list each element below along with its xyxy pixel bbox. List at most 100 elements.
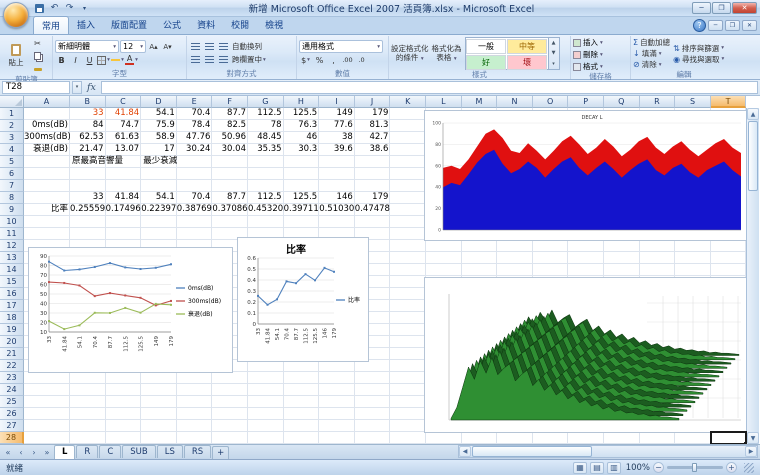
cell-E2[interactable]: 78.4 [177,120,213,132]
maximize-button[interactable]: ❐ [712,2,731,14]
align-top-button[interactable] [189,41,202,53]
row-header-4[interactable]: 4 [0,144,24,156]
row-header-2[interactable]: 2 [0,120,24,132]
decrease-decimal-button[interactable]: .0 [355,54,368,66]
row-header-12[interactable]: 12 [0,240,24,252]
font-name-select[interactable]: 新細明體▾ [55,40,119,53]
row-header-5[interactable]: 5 [0,156,24,168]
cell-I8[interactable]: 146 [319,192,355,204]
cell-D9[interactable]: 0.223979 [141,204,177,216]
borders-button[interactable]: ▾ [97,54,110,66]
cut-button[interactable]: ✂ [31,37,44,49]
gallery-up-button[interactable]: ▲ [549,38,559,48]
cell-style-好[interactable]: 好 [466,55,506,70]
number-format-select[interactable]: 通用格式▾ [299,40,383,53]
name-box[interactable]: T28 [2,81,70,94]
cell-H8[interactable]: 125.5 [284,192,320,204]
ribbon-tab-資料[interactable]: 資料 [189,16,223,34]
scroll-right-button[interactable]: ▶ [745,446,757,457]
cell-B2[interactable]: 84 [70,120,106,132]
minimize-button[interactable]: ─ [692,2,711,14]
comma-button[interactable]: , [327,54,340,66]
col-header-C[interactable]: C [106,96,142,108]
merge-center-button[interactable]: 跨欄置中▾ [231,54,267,65]
cell-style-中等[interactable]: 中等 [507,39,547,54]
cell-E3[interactable]: 47.76 [177,132,213,144]
col-header-A[interactable]: A [24,96,70,108]
cell-C1[interactable]: 41.84 [106,108,142,120]
chart-ratio[interactable]: 00.10.20.30.40.50.63341.8454.170.487.711… [237,237,369,362]
cell-B4[interactable]: 21.47 [70,144,106,156]
scroll-down-button[interactable]: ▼ [747,432,759,444]
cell-H2[interactable]: 76.3 [284,120,320,132]
row-header-14[interactable]: 14 [0,264,24,276]
cell-G2[interactable]: 78 [248,120,284,132]
col-header-E[interactable]: E [177,96,213,108]
align-right-button[interactable] [217,54,230,66]
zoom-in-button[interactable]: + [726,462,737,473]
qat-dropdown[interactable]: ▾ [78,2,91,15]
increase-decimal-button[interactable]: .00 [341,54,354,66]
sheet-tab-C[interactable]: C [99,445,121,458]
name-box-dropdown[interactable]: ▾ [72,81,82,94]
col-header-D[interactable]: D [141,96,177,108]
col-header-T[interactable]: T [711,96,747,108]
row-header-24[interactable]: 24 [0,384,24,396]
insert-function-button[interactable]: fx [84,82,99,93]
row-header-21[interactable]: 21 [0,348,24,360]
cell-I2[interactable]: 77.6 [319,120,355,132]
cell-C3[interactable]: 61.63 [106,132,142,144]
col-header-S[interactable]: S [675,96,711,108]
underline-button[interactable]: U [83,54,96,66]
help-button[interactable]: ? [693,19,706,32]
ribbon-tab-插入[interactable]: 插入 [69,16,103,34]
zoom-slider-thumb[interactable] [692,463,697,472]
cell-I9[interactable]: 0.510309 [319,204,355,216]
row-header-28[interactable]: 28 [0,432,24,444]
close-button[interactable]: ✕ [732,2,757,14]
align-middle-button[interactable] [203,41,216,53]
save-button[interactable] [33,2,46,15]
find-select-button[interactable]: ◉尋找與選取▾ [673,54,724,65]
align-left-button[interactable] [189,54,202,66]
scroll-up-button[interactable]: ▲ [747,108,759,120]
gallery-more-button[interactable]: ▾ [549,59,559,69]
row-header-20[interactable]: 20 [0,336,24,348]
row-header-23[interactable]: 23 [0,372,24,384]
ribbon-tab-公式[interactable]: 公式 [155,16,189,34]
last-sheet-button[interactable]: » [41,446,53,458]
cell-I1[interactable]: 149 [319,108,355,120]
cell-B3[interactable]: 62.53 [70,132,106,144]
cell-style-壞[interactable]: 壞 [507,55,547,70]
resize-grip[interactable] [744,463,754,473]
cell-F1[interactable]: 87.7 [212,108,248,120]
col-header-B[interactable]: B [70,96,106,108]
row-header-10[interactable]: 10 [0,216,24,228]
clear-button[interactable]: ⊘清除▾ [633,59,670,70]
chart-decay-area[interactable]: 020406080100DECAY L [424,110,748,241]
sheet-tab-L[interactable]: L [54,445,75,459]
cell-J2[interactable]: 81.3 [355,120,391,132]
cell-F8[interactable]: 87.7 [212,192,248,204]
page-break-view-button[interactable]: ▥ [607,462,621,474]
cell-H4[interactable]: 30.3 [284,144,320,156]
cell-E4[interactable]: 30.24 [177,144,213,156]
row-header-7[interactable]: 7 [0,180,24,192]
row-header-18[interactable]: 18 [0,312,24,324]
cell-B5[interactable]: 原最高音響量 [70,156,141,168]
sheet-tab-LS[interactable]: LS [157,445,183,458]
cell-D5[interactable]: 最少衰減 [141,156,212,168]
row-header-8[interactable]: 8 [0,192,24,204]
cell-F3[interactable]: 50.96 [212,132,248,144]
align-center-button[interactable] [203,54,216,66]
zoom-slider[interactable] [667,466,723,469]
cell-J4[interactable]: 38.6 [355,144,391,156]
col-header-I[interactable]: I [319,96,355,108]
selected-cell-outline[interactable] [710,431,748,444]
format-cells-button[interactable]: 格式▾ [573,61,603,72]
cell-D2[interactable]: 75.9 [141,120,177,132]
row-header-6[interactable]: 6 [0,168,24,180]
col-header-M[interactable]: M [462,96,498,108]
copy-button[interactable] [31,50,44,62]
ribbon-tab-校閱[interactable]: 校閱 [223,16,257,34]
